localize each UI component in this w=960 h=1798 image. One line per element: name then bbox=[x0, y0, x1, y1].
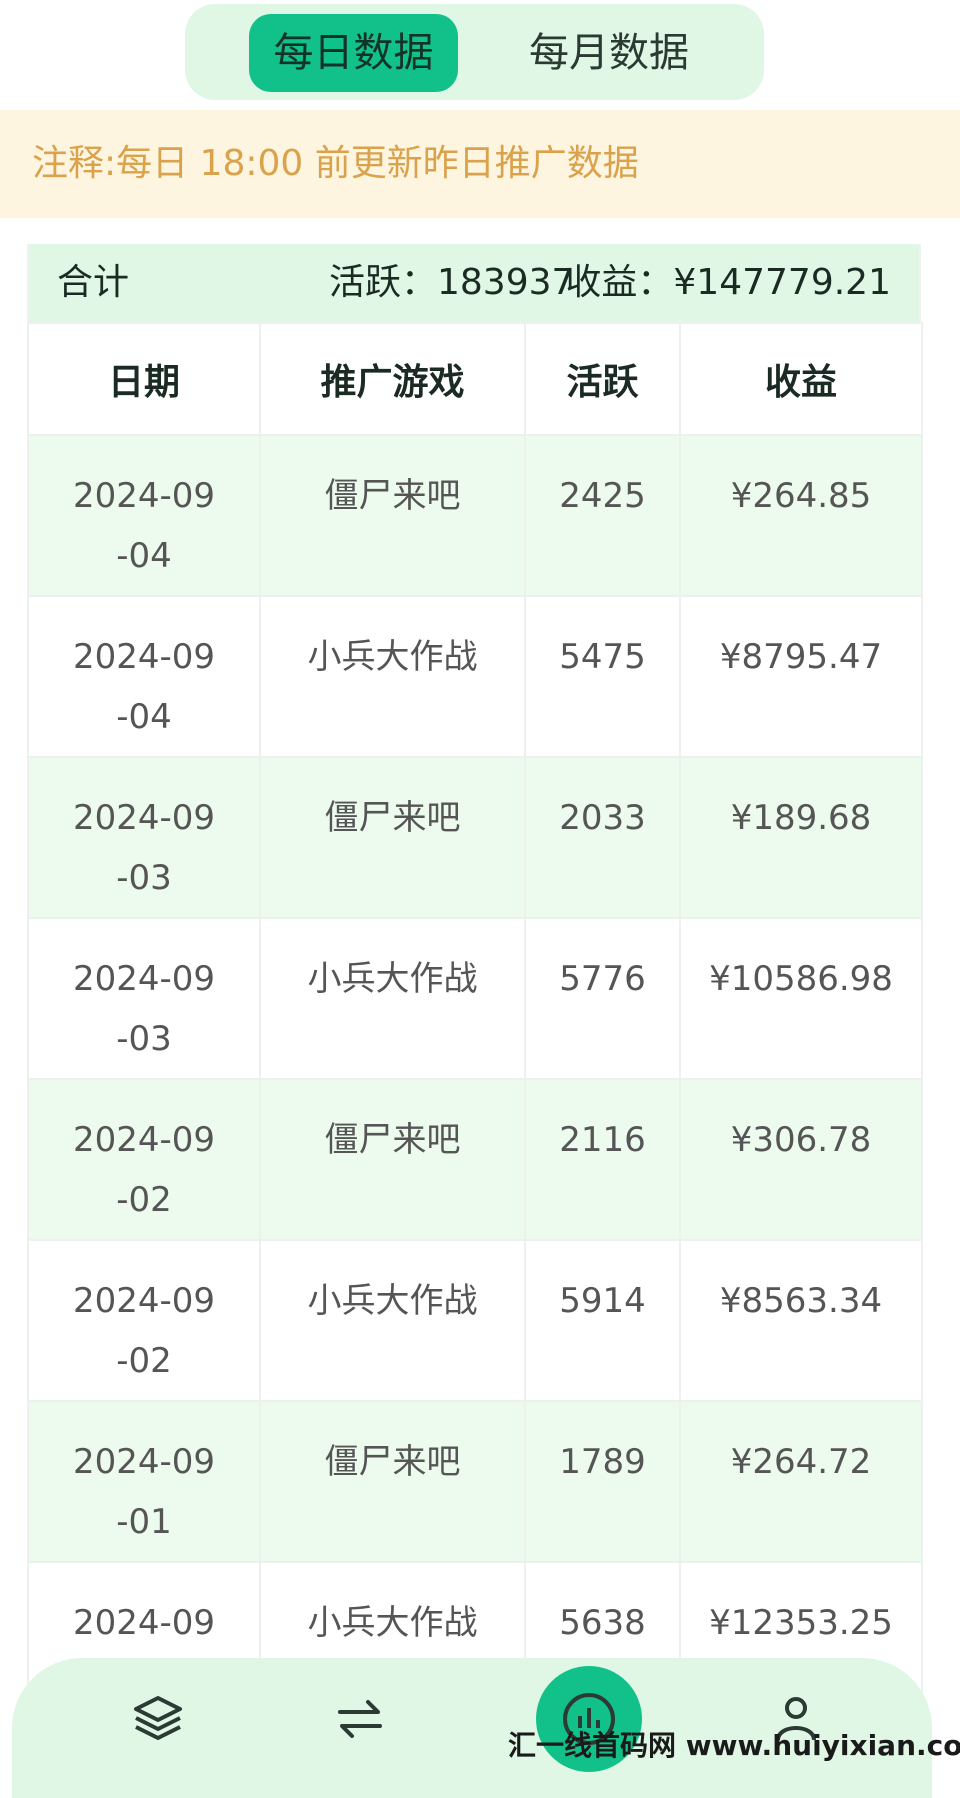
tab-monthly-data[interactable]: 每月数据 bbox=[479, 14, 739, 92]
summary-income-total: 收益：¥147779.21 bbox=[565, 262, 891, 303]
header-game: 推广游戏 bbox=[259, 322, 526, 436]
cell-active: 2033 bbox=[524, 756, 681, 919]
header-income: 收益 bbox=[679, 322, 923, 436]
cell-date: 2024-09-04 bbox=[27, 595, 261, 758]
table-header-row: 日期 推广游戏 活跃 收益 bbox=[27, 322, 923, 436]
daily-data-table: 日期 推广游戏 活跃 收益 2024-09-04 僵尸来吧 2425 ¥264.85 2… bbox=[27, 322, 923, 1724]
period-tabs: 每日数据 每月数据 bbox=[185, 4, 764, 100]
cell-active: 2425 bbox=[524, 434, 681, 597]
cell-date: 2024-09-01 bbox=[27, 1400, 261, 1563]
cell-game: 僵尸来吧 bbox=[259, 1400, 526, 1563]
cell-game: 僵尸来吧 bbox=[259, 434, 526, 597]
cell-date: 2024-09-04 bbox=[27, 434, 261, 597]
summary-row: 合计 活跃：183937 收益：¥147779.21 bbox=[27, 244, 921, 322]
summary-active-total: 活跃：183937 bbox=[329, 262, 575, 303]
cell-active: 5776 bbox=[524, 917, 681, 1080]
cell-active: 5475 bbox=[524, 595, 681, 758]
cell-game: 僵尸来吧 bbox=[259, 756, 526, 919]
cell-game: 僵尸来吧 bbox=[259, 1078, 526, 1241]
cell-income: ¥8563.34 bbox=[679, 1239, 923, 1402]
layers-icon[interactable] bbox=[130, 1690, 186, 1746]
cell-date: 2024-09-03 bbox=[27, 917, 261, 1080]
table-row: 2024-09-02 小兵大作战 5914 ¥8563.34 bbox=[27, 1239, 923, 1402]
cell-income: ¥306.78 bbox=[679, 1078, 923, 1241]
tab-daily-data[interactable]: 每日数据 bbox=[249, 14, 458, 92]
cell-game: 小兵大作战 bbox=[259, 917, 526, 1080]
cell-game: 小兵大作战 bbox=[259, 1239, 526, 1402]
table-row: 2024-09-01 僵尸来吧 1789 ¥264.72 bbox=[27, 1400, 923, 1563]
data-table-container: 合计 活跃：183937 收益：¥147779.21 日期 推广游戏 活跃 收益… bbox=[27, 244, 923, 1724]
table-row: 2024-09-04 僵尸来吧 2425 ¥264.85 bbox=[27, 434, 923, 597]
swap-arrows-icon[interactable] bbox=[332, 1690, 388, 1746]
header-date: 日期 bbox=[27, 322, 261, 436]
table-row: 2024-09-04 小兵大作战 5475 ¥8795.47 bbox=[27, 595, 923, 758]
cell-income: ¥10586.98 bbox=[679, 917, 923, 1080]
table-row: 2024-09-03 僵尸来吧 2033 ¥189.68 bbox=[27, 756, 923, 919]
cell-date: 2024-09-02 bbox=[27, 1078, 261, 1241]
cell-income: ¥264.85 bbox=[679, 434, 923, 597]
cell-date: 2024-09-03 bbox=[27, 756, 261, 919]
summary-label: 合计 bbox=[57, 262, 130, 303]
table-row: 2024-09-03 小兵大作战 5776 ¥10586.98 bbox=[27, 917, 923, 1080]
cell-income: ¥264.72 bbox=[679, 1400, 923, 1563]
cell-income: ¥8795.47 bbox=[679, 595, 923, 758]
watermark-text: 汇一线首码网 www.huiyixian.com bbox=[508, 1729, 960, 1762]
cell-active: 5914 bbox=[524, 1239, 681, 1402]
table-body: 2024-09-04 僵尸来吧 2425 ¥264.85 2024-09-04 小兵大作战… bbox=[27, 434, 923, 1724]
cell-date: 2024-09-02 bbox=[27, 1239, 261, 1402]
cell-income: ¥189.68 bbox=[679, 756, 923, 919]
table-row: 2024-09-02 僵尸来吧 2116 ¥306.78 bbox=[27, 1078, 923, 1241]
cell-active: 2116 bbox=[524, 1078, 681, 1241]
update-notice: 注释:每日 18:00 前更新昨日推广数据 bbox=[0, 110, 960, 218]
header-active: 活跃 bbox=[524, 322, 681, 436]
cell-game: 小兵大作战 bbox=[259, 595, 526, 758]
cell-active: 1789 bbox=[524, 1400, 681, 1563]
